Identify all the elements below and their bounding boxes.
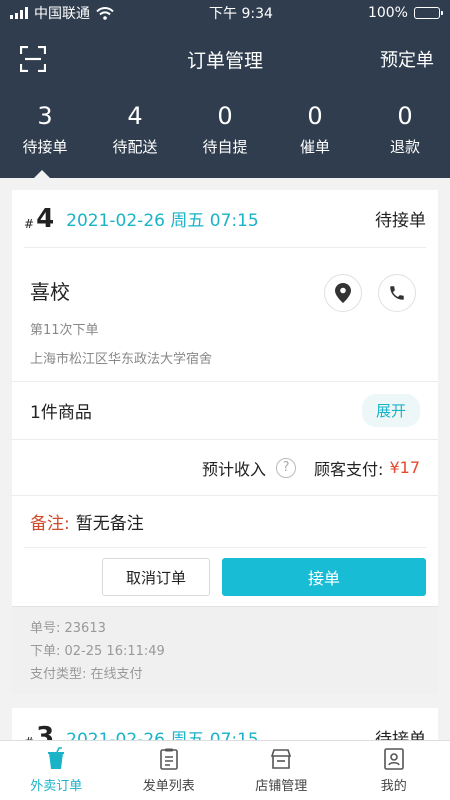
remark-text: 暂无备注 <box>75 514 144 534</box>
stat-pending-accept[interactable]: 3 待接单 <box>0 92 90 178</box>
stat-pending-delivery[interactable]: 4 待配送 <box>90 92 180 178</box>
tab-bar: 外卖订单 发单列表 店铺管理 我的 <box>0 740 450 800</box>
wifi-icon <box>96 6 114 20</box>
store-icon <box>271 749 292 769</box>
accept-order-button[interactable]: 接单 <box>222 558 426 596</box>
status-bar: 中国联通 下午 9:34 100% <box>0 0 450 26</box>
order-hash: # <box>24 216 35 231</box>
expand-button[interactable]: 展开 <box>361 394 420 427</box>
order-header: # 4 2021-02-26 周五 07:15 待接单 <box>24 190 426 248</box>
payment-amount: ¥17 <box>389 458 420 477</box>
stat-count: 0 <box>307 102 323 130</box>
scan-icon[interactable] <box>20 46 46 72</box>
stat-label: 待接单 <box>22 138 68 156</box>
reservation-orders-button[interactable]: 预定单 <box>380 46 434 72</box>
remark-row: 备注: 暂无备注 <box>24 496 426 548</box>
customer-address: 上海市松江区华东政法大学宿舍 <box>30 352 213 367</box>
order-datetime: 2021-02-26 周五 07:15 <box>66 211 259 231</box>
stat-label: 待自提 <box>202 138 248 156</box>
order-header: # 3 2021-02-26 周五 07:15 待接单 <box>24 708 426 740</box>
location-button[interactable] <box>324 274 362 312</box>
order-number: 3 <box>36 722 55 740</box>
nav-bar: 订单管理 预定单 <box>0 26 450 92</box>
stat-refunds[interactable]: 0 退款 <box>360 92 450 178</box>
takeout-cup-icon <box>48 747 65 769</box>
stat-count: 0 <box>397 102 413 130</box>
clipboard-list-icon <box>159 748 178 770</box>
order-placed-time: 下单: 02-25 16:11:49 <box>30 644 165 659</box>
signal-icon <box>10 7 28 19</box>
tab-profile[interactable]: 我的 <box>338 741 450 800</box>
tab-label: 我的 <box>380 779 407 794</box>
battery-icon <box>413 7 443 19</box>
tab-label: 外卖订单 <box>30 779 83 794</box>
phone-icon <box>390 286 404 300</box>
stat-count: 0 <box>217 102 233 130</box>
cancel-order-button[interactable]: 取消订单 <box>102 558 210 596</box>
order-status: 待接单 <box>375 211 426 231</box>
tab-label: 店铺管理 <box>255 779 308 794</box>
battery-percent: 100% <box>367 5 408 21</box>
order-number: 4 <box>36 203 55 234</box>
clock: 下午 9:34 <box>209 6 273 22</box>
goods-row: 1件商品 展开 <box>12 382 438 440</box>
tab-dispatch-list[interactable]: 发单列表 <box>113 741 226 800</box>
order-meta: 单号: 23613 下单: 02-25 16:11:49 支付类型: 在线支付 <box>12 606 438 694</box>
stat-count: 4 <box>127 102 143 130</box>
order-count: 第11次下单 <box>30 323 99 338</box>
order-status: 待接单 <box>375 729 426 741</box>
help-icon[interactable]: ? <box>276 457 297 478</box>
payment-type: 支付类型: 在线支付 <box>30 667 143 682</box>
income-row: 预计收入 ? 顾客支付: ¥17 <box>12 440 438 496</box>
order-stats: 3 待接单 4 待配送 0 待自提 0 催单 0 退款 <box>0 92 450 178</box>
active-stat-indicator <box>34 170 50 178</box>
tab-takeout-orders[interactable]: 外卖订单 <box>0 741 113 800</box>
remark-label: 备注: <box>30 514 70 534</box>
tab-store-management[interactable]: 店铺管理 <box>225 741 338 800</box>
goods-count: 1件商品 <box>30 403 92 423</box>
stat-pending-pickup[interactable]: 0 待自提 <box>180 92 270 178</box>
stat-label: 退款 <box>389 138 420 156</box>
order-card: # 4 2021-02-26 周五 07:15 待接单 喜校 第11次下单 上海… <box>12 190 438 694</box>
stat-label: 待配送 <box>112 138 158 156</box>
tab-label: 发单列表 <box>142 779 195 794</box>
order-card: # 3 2021-02-26 周五 07:15 待接单 <box>12 708 438 740</box>
stat-count: 3 <box>37 102 53 130</box>
location-pin-icon <box>335 283 351 303</box>
order-id: 单号: 23613 <box>30 621 106 636</box>
stat-reminders[interactable]: 0 催单 <box>270 92 360 178</box>
customer-info: 喜校 第11次下单 上海市松江区华东政法大学宿舍 <box>12 248 438 382</box>
carrier-label: 中国联通 <box>34 6 90 22</box>
payment-label: 顾客支付: <box>314 459 384 479</box>
stat-label: 催单 <box>299 138 330 156</box>
header: 中国联通 下午 9:34 100% 订单管理 预定单 3 待接单 4 待配送 0… <box>0 0 450 178</box>
call-button[interactable] <box>378 274 416 312</box>
order-list[interactable]: # 4 2021-02-26 周五 07:15 待接单 喜校 第11次下单 上海… <box>0 178 450 740</box>
order-datetime: 2021-02-26 周五 07:15 <box>66 729 259 741</box>
estimated-income-label: 预计收入 <box>202 459 267 479</box>
profile-card-icon <box>383 748 404 770</box>
order-actions: 取消订单 接单 <box>12 548 438 606</box>
